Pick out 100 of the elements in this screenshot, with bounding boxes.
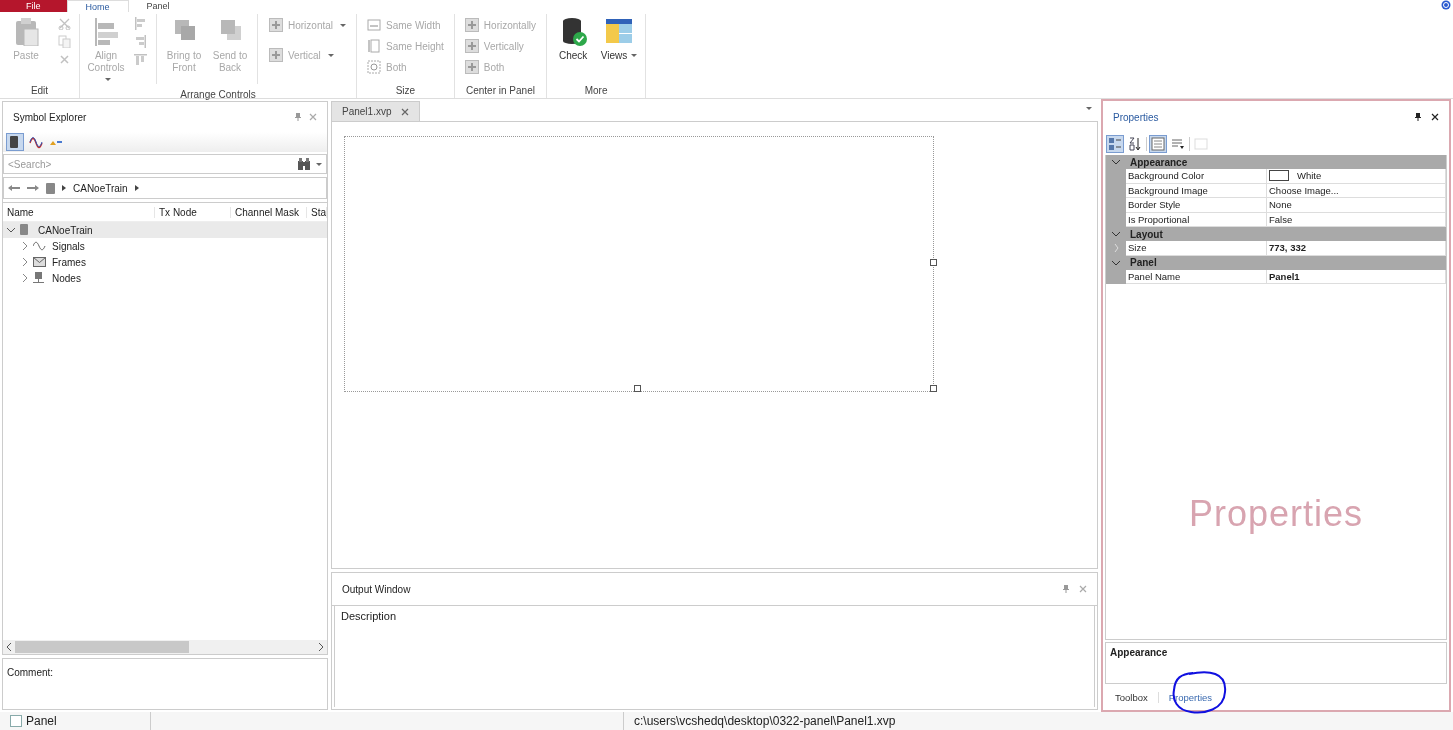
ribbon-tab[interactable]: Panel bbox=[128, 0, 188, 12]
wave-icon bbox=[29, 135, 43, 149]
tree-item[interactable]: Frames bbox=[50, 255, 88, 269]
binoculars-icon bbox=[298, 158, 310, 170]
toolbar-button[interactable] bbox=[6, 133, 24, 151]
property-name: Background Color bbox=[1126, 169, 1267, 184]
overlay-caption: Properties bbox=[1187, 493, 1365, 535]
align-top-icon bbox=[134, 53, 147, 66]
expand-icon[interactable] bbox=[21, 258, 29, 266]
caret-icon bbox=[1086, 107, 1092, 110]
database-icon bbox=[46, 182, 55, 194]
forward-arrow-icon[interactable] bbox=[27, 184, 39, 192]
tree-item[interactable]: Nodes bbox=[50, 271, 83, 285]
pages-icon bbox=[1194, 137, 1208, 151]
group-label: Size bbox=[394, 84, 417, 98]
width-icon bbox=[367, 18, 382, 32]
ribbon-tab[interactable]: Home bbox=[66, 0, 129, 12]
comment-label: Comment: bbox=[7, 667, 54, 678]
property-value[interactable]: White bbox=[1267, 169, 1446, 184]
ribbon-tab[interactable]: File bbox=[0, 0, 67, 12]
plus-icon bbox=[464, 60, 479, 74]
property-value[interactable]: None bbox=[1267, 198, 1446, 213]
horizontal-scrollbar[interactable] bbox=[3, 640, 327, 654]
tree-item[interactable]: Signals bbox=[50, 239, 87, 253]
collapse-icon[interactable] bbox=[1112, 158, 1120, 166]
collapse-icon[interactable] bbox=[7, 226, 15, 234]
resize-handle[interactable] bbox=[930, 259, 937, 266]
help-icon[interactable] bbox=[1441, 0, 1451, 10]
group-label: Edit bbox=[29, 84, 50, 98]
column-header[interactable]: Name bbox=[3, 206, 155, 218]
property-value[interactable]: Panel1 bbox=[1267, 269, 1446, 284]
caret-icon bbox=[631, 54, 638, 58]
node-icon bbox=[33, 272, 46, 284]
plus-icon bbox=[269, 18, 283, 32]
category-label: Panel bbox=[1130, 257, 1157, 268]
chevron-icon bbox=[62, 185, 66, 191]
expand-icon[interactable] bbox=[21, 274, 29, 282]
layout-icon bbox=[604, 16, 635, 46]
caret-icon bbox=[327, 53, 334, 57]
search-box[interactable]: <Search> bbox=[3, 154, 327, 174]
toolbar-button[interactable] bbox=[1106, 135, 1124, 153]
categorized-icon bbox=[1108, 137, 1122, 151]
property-value[interactable]: Choose Image... bbox=[1267, 183, 1446, 198]
caret-icon bbox=[105, 78, 111, 82]
expand-icon[interactable] bbox=[21, 242, 29, 250]
panel-title: Output Window bbox=[342, 583, 412, 595]
close-icon[interactable] bbox=[1431, 113, 1439, 121]
description-title: Appearance bbox=[1110, 647, 1168, 658]
ribbon-button[interactable]: Check bbox=[551, 14, 596, 64]
dock-tab[interactable]: Toolbox bbox=[1105, 691, 1159, 703]
group-label: Center in Panel bbox=[465, 84, 536, 98]
events-icon bbox=[1171, 137, 1185, 151]
column-header[interactable]: Sta bbox=[307, 206, 327, 218]
tree-item[interactable]: CANoeTrain bbox=[36, 223, 95, 237]
collapse-icon[interactable] bbox=[1112, 230, 1120, 238]
column-header: Description bbox=[341, 610, 397, 622]
plus-icon bbox=[464, 39, 479, 53]
align-left-icon bbox=[134, 17, 147, 30]
resize-icon bbox=[367, 60, 382, 74]
scroll-right-icon[interactable] bbox=[318, 643, 324, 651]
panel-title: Symbol Explorer bbox=[13, 111, 88, 123]
chevron-icon bbox=[134, 185, 139, 191]
resize-handle[interactable] bbox=[634, 385, 641, 392]
scissors-icon bbox=[58, 17, 71, 30]
column-header[interactable]: Tx Node bbox=[155, 206, 231, 218]
plus-icon bbox=[464, 18, 479, 32]
checkbox-label: Panel bbox=[26, 714, 57, 728]
file-path: c:\users\vcshedq\desktop\0322-panel\Panel1.xvp bbox=[633, 714, 896, 728]
property-list-icon bbox=[1151, 137, 1165, 151]
scroll-left-icon[interactable] bbox=[6, 643, 12, 651]
back-arrow-icon[interactable] bbox=[8, 184, 20, 192]
property-name: Size bbox=[1126, 241, 1267, 256]
wave-icon bbox=[33, 240, 46, 252]
document-tab[interactable]: Panel1.xvp bbox=[331, 101, 421, 121]
checkbox[interactable] bbox=[10, 715, 22, 727]
plus-icon bbox=[269, 48, 283, 62]
ribbon-button[interactable]: Views bbox=[597, 14, 642, 64]
group-label: More bbox=[583, 84, 609, 98]
breadcrumb-item[interactable]: CANoeTrain bbox=[73, 182, 128, 194]
property-name: Border Style bbox=[1126, 198, 1267, 213]
resize-handle[interactable] bbox=[930, 385, 937, 392]
property-name: Background Image bbox=[1126, 183, 1267, 198]
group-label: Arrange Controls bbox=[179, 88, 257, 102]
caret-icon bbox=[340, 23, 347, 27]
pin-icon[interactable] bbox=[1415, 113, 1421, 121]
caret-icon bbox=[316, 162, 322, 166]
delete-icon bbox=[58, 53, 71, 66]
column-header[interactable]: Channel Mask bbox=[231, 206, 307, 218]
sort-az-icon bbox=[1128, 137, 1142, 151]
property-value[interactable]: 773, 332 bbox=[1267, 241, 1446, 256]
height-icon bbox=[367, 39, 382, 53]
collapse-icon[interactable] bbox=[1112, 258, 1120, 267]
category-label: Layout bbox=[1130, 228, 1163, 240]
envelope-icon bbox=[33, 256, 46, 268]
category-label: Appearance bbox=[1130, 156, 1188, 168]
copy-icon bbox=[58, 35, 71, 48]
panel-title: Properties bbox=[1113, 111, 1160, 123]
align-right-icon bbox=[134, 35, 147, 48]
property-name: Panel Name bbox=[1126, 269, 1267, 284]
star-icon bbox=[50, 139, 62, 145]
